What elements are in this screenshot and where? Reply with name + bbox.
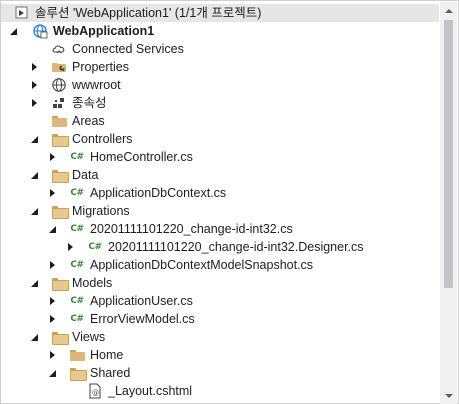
expand-icon[interactable] [45, 310, 59, 328]
tree-row-app-db-context[interactable]: C# ApplicationDbContext.cs [1, 184, 439, 202]
tree-row-migration-designer[interactable]: C# 20201111101220_change-id-int32.Design… [1, 238, 439, 256]
expand-icon[interactable] [27, 58, 41, 76]
tree-row-areas[interactable]: Areas [1, 112, 439, 130]
arrow-up-icon [444, 8, 453, 13]
expand-icon[interactable] [45, 256, 59, 274]
vertical-scrollbar[interactable] [440, 2, 457, 404]
expand-icon[interactable] [27, 94, 41, 112]
models-label: Models [72, 276, 113, 290]
properties-folder-icon [51, 59, 67, 75]
folder-open-icon [69, 365, 87, 381]
data-folder-label: Data [72, 168, 99, 182]
razor-file-icon: @ [87, 383, 103, 399]
error-view-model-label: ErrorViewModel.cs [90, 312, 195, 326]
properties-label: Properties [72, 60, 129, 74]
migration-file-label: 20201111101220_change-id-int32.cs [90, 222, 293, 236]
csharp-file-icon: C# [70, 188, 84, 198]
collapse-icon[interactable] [27, 166, 41, 184]
shared-folder-label: Shared [90, 366, 131, 380]
tree-row-layout[interactable]: @ _Layout.cshtml [1, 382, 439, 400]
tree-row-properties[interactable]: Properties [1, 58, 439, 76]
scrollbar-thumb[interactable] [444, 20, 453, 288]
folder-open-icon [51, 131, 69, 147]
project-label: WebApplication1 [53, 24, 155, 38]
tree-row-wwwroot[interactable]: wwwroot [1, 76, 439, 94]
views-label: Views [72, 330, 106, 344]
cloud-link-icon [51, 41, 67, 57]
tree-row-views[interactable]: Views [1, 328, 439, 346]
tree-row-connected-services[interactable]: Connected Services [1, 40, 439, 58]
expand-icon[interactable] [63, 238, 77, 256]
solution-tree: 솔루션 'WebApplication1' (1/1개 프로젝트) WebApp… [1, 4, 439, 400]
home-folder-label: Home [90, 348, 124, 362]
wwwroot-label: wwwroot [72, 78, 121, 92]
tree-row-app-user[interactable]: C# ApplicationUser.cs [1, 292, 439, 310]
tree-row-home[interactable]: Home [1, 346, 439, 364]
collapse-icon[interactable] [27, 202, 41, 220]
home-controller-label: HomeController.cs [90, 150, 193, 164]
tree-row-project[interactable]: WebApplication1 [1, 22, 439, 40]
tree-row-migrations[interactable]: Migrations [1, 202, 439, 220]
folder-icon [69, 347, 85, 363]
expand-icon[interactable] [45, 292, 59, 310]
csharp-file-icon: C# [88, 242, 102, 252]
tree-row-migration-file[interactable]: C# 20201111101220_change-id-int32.cs [1, 220, 439, 238]
model-snapshot-label: ApplicationDbContextModelSnapshot.cs [90, 258, 314, 272]
tree-row-controllers[interactable]: Controllers [1, 130, 439, 148]
expand-icon[interactable] [45, 148, 59, 166]
arrow-down-icon [444, 393, 453, 398]
csharp-file-icon: C# [70, 152, 84, 162]
folder-open-icon [51, 203, 69, 219]
collapse-icon[interactable] [45, 220, 59, 238]
expand-icon[interactable] [45, 346, 59, 364]
collapse-icon[interactable] [27, 328, 41, 346]
collapse-icon[interactable] [27, 274, 41, 292]
csharp-file-icon: C# [70, 314, 84, 324]
collapse-icon[interactable] [27, 130, 41, 148]
tree-row-error-view-model[interactable]: C# ErrorViewModel.cs [1, 310, 439, 328]
tree-row-dependencies[interactable]: 종속성 [1, 94, 439, 112]
csharp-file-icon: C# [70, 260, 84, 270]
controllers-label: Controllers [72, 132, 133, 146]
tree-row-model-snapshot[interactable]: C# ApplicationDbContextModelSnapshot.cs [1, 256, 439, 274]
globe-icon [51, 77, 67, 93]
tree-row-solution[interactable]: 솔루션 'WebApplication1' (1/1개 프로젝트) [1, 4, 439, 22]
tree-row-home-controller[interactable]: C# HomeController.cs [1, 148, 439, 166]
migration-designer-label: 20201111101220_change-id-int32.Designer.… [108, 240, 364, 254]
app-db-context-label: ApplicationDbContext.cs [90, 186, 227, 200]
folder-icon [51, 113, 67, 129]
tree-row-models[interactable]: Models [1, 274, 439, 292]
layout-file-label: _Layout.cshtml [108, 384, 193, 398]
svg-text:@: @ [92, 389, 99, 397]
app-user-label: ApplicationUser.cs [90, 294, 193, 308]
solution-label: 솔루션 'WebApplication1' (1/1개 프로젝트) [35, 6, 262, 20]
solution-icon [14, 5, 30, 21]
dependencies-icon [51, 95, 67, 111]
dependencies-label: 종속성 [72, 96, 107, 110]
folder-open-icon [51, 329, 69, 345]
folder-open-icon [51, 167, 69, 183]
csharp-file-icon: C# [70, 224, 84, 234]
scroll-up-button[interactable] [440, 2, 457, 19]
csharp-file-icon: C# [70, 296, 84, 306]
expand-icon[interactable] [27, 76, 41, 94]
tree-row-shared[interactable]: Shared [1, 364, 439, 382]
tree-row-data[interactable]: Data [1, 166, 439, 184]
connected-services-label: Connected Services [72, 42, 184, 56]
web-project-icon [32, 23, 48, 39]
areas-label: Areas [72, 114, 105, 128]
scroll-down-button[interactable] [440, 387, 457, 404]
collapse-icon[interactable] [45, 364, 59, 382]
solution-explorer-panel: 솔루션 'WebApplication1' (1/1개 프로젝트) WebApp… [0, 0, 459, 404]
collapse-icon[interactable] [6, 22, 20, 40]
expand-icon[interactable] [45, 184, 59, 202]
migrations-label: Migrations [72, 204, 130, 218]
folder-open-icon [51, 275, 69, 291]
